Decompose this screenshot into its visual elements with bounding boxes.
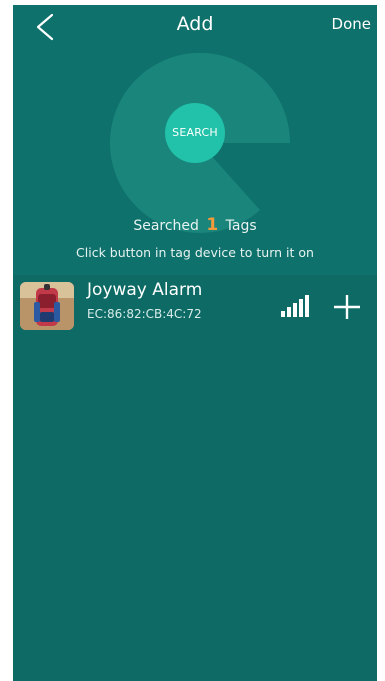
searched-suffix: Tags [225, 218, 257, 234]
signal-strength-icon [281, 295, 309, 317]
hint-text: Click button in tag device to turn it on [76, 245, 314, 260]
searched-prefix: Searched [133, 218, 199, 234]
tag-count: 1 [206, 215, 219, 235]
scan-panel: Add Done SEARCH Searched 1 Tags Click bu… [13, 5, 377, 275]
page-title: Add [176, 13, 214, 35]
device-name: Joyway Alarm [87, 280, 203, 300]
add-device-icon[interactable] [331, 294, 363, 320]
app-screen: Add Done SEARCH Searched 1 Tags Click bu… [13, 5, 377, 681]
search-result-summary: Searched 1 Tags [13, 215, 377, 235]
backpack-thumbnail [20, 282, 74, 330]
search-button[interactable]: SEARCH [165, 103, 225, 163]
done-button[interactable]: Done [332, 15, 371, 33]
device-list-item[interactable]: Joyway Alarm EC:86:82:CB:4C:72 [13, 275, 377, 333]
device-mac-address: EC:86:82:CB:4C:72 [87, 307, 202, 321]
